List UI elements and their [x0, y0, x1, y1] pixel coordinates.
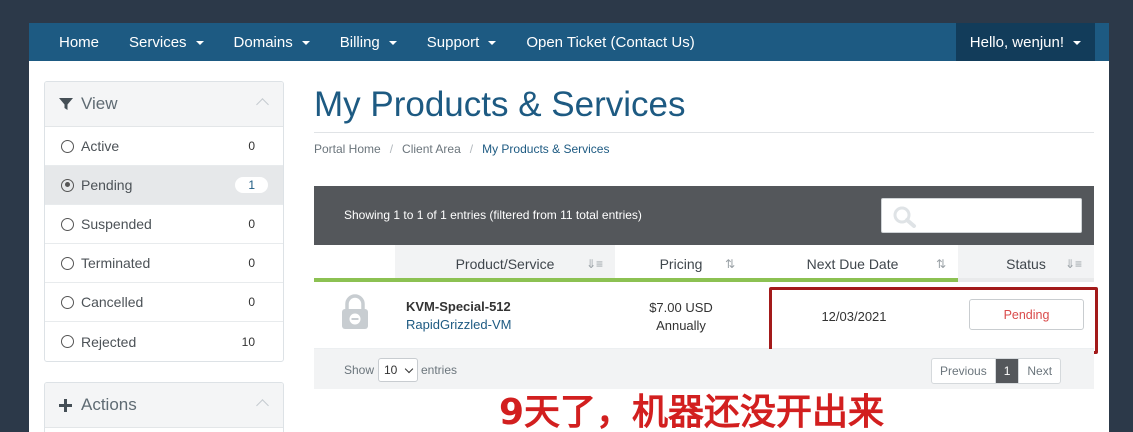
entries-label: entries [421, 363, 458, 377]
actions-panel-header[interactable]: Actions [45, 383, 283, 428]
nav-home-label: Home [59, 33, 100, 51]
filter-count: 10 [241, 334, 255, 349]
nav-billing-label: Billing [339, 33, 380, 51]
user-menu[interactable]: Hello, wenjun! [955, 23, 1095, 61]
col-pricing-header[interactable]: Pricing ⇅ [615, 245, 747, 282]
price-amount: $7.00 USD [649, 300, 713, 315]
prev-page-button[interactable]: Previous [932, 359, 996, 383]
radio-icon [61, 217, 74, 231]
nav-domains[interactable]: Domains [219, 23, 325, 61]
col-status-header[interactable]: Status ⇓≡ [958, 245, 1094, 282]
chevron-up-icon[interactable] [256, 398, 269, 412]
breadcrumb-separator: / [389, 142, 394, 156]
col-product-label: Product/Service [455, 255, 555, 272]
radio-icon [61, 256, 74, 270]
filter-label: Pending [81, 177, 133, 193]
filter-cancelled[interactable]: Cancelled 0 [45, 283, 283, 322]
sort-desc-icon: ⇓≡ [1064, 257, 1082, 271]
filter-label: Cancelled [81, 294, 144, 310]
page-size-select[interactable]: 10 [378, 358, 418, 382]
actions-panel-title: Actions [81, 395, 137, 414]
nav-support[interactable]: Support [412, 23, 512, 61]
nav-billing[interactable]: Billing [325, 23, 412, 61]
chevron-up-icon[interactable] [256, 97, 269, 111]
caret-down-icon [488, 41, 497, 45]
annotation-text: 9天了，机器还没开出来 [499, 392, 885, 432]
filter-label: Suspended [81, 216, 152, 232]
filter-count: 1 [235, 177, 268, 193]
table-header: Product/Service ⇓≡ Pricing ⇅ Next Due Da… [314, 245, 1094, 282]
user-greeting: Hello, wenjun! [969, 33, 1064, 51]
caret-down-icon [388, 41, 397, 45]
lock-icon [340, 294, 370, 335]
filter-icon [59, 97, 75, 111]
table-toolbar: Showing 1 to 1 of 1 entries (filtered fr… [314, 186, 1094, 245]
annotation-highlight-box [769, 287, 1098, 354]
actions-panel: Actions [44, 382, 284, 432]
nav-home[interactable]: Home [29, 23, 114, 61]
filter-suspended[interactable]: Suspended 0 [45, 205, 283, 244]
caret-down-icon [1073, 41, 1081, 45]
nav-open-ticket-label: Open Ticket (Contact Us) [526, 33, 695, 51]
next-page-button[interactable]: Next [1019, 359, 1060, 383]
view-panel-header[interactable]: View [45, 82, 283, 127]
col-product-header[interactable]: Product/Service ⇓≡ [395, 245, 615, 282]
caret-down-icon [301, 41, 310, 45]
nav-domains-label: Domains [233, 33, 293, 51]
radio-checked-icon [61, 178, 74, 192]
nav-support-label: Support [426, 33, 480, 51]
sort-icon: ⇅ [935, 257, 946, 271]
col-pricing-label: Pricing [659, 255, 703, 272]
pagination: Previous 1 Next [931, 358, 1062, 384]
breadcrumb-current: My Products & Services [482, 142, 610, 156]
caret-down-icon [195, 41, 204, 45]
filter-label: Rejected [81, 333, 137, 350]
price-cell: $7.00 USD Annually [618, 299, 744, 335]
filter-pending[interactable]: Pending 1 [45, 166, 283, 205]
page-1-button[interactable]: 1 [995, 359, 1020, 383]
radio-icon [61, 335, 74, 348]
top-navbar: Home Services Domains Billing Support Op… [29, 23, 1109, 61]
col-due-label: Next Due Date [806, 255, 899, 272]
title-divider [314, 132, 1094, 133]
filter-active[interactable]: Active 0 [45, 127, 283, 166]
filter-count: 0 [248, 295, 255, 309]
page-title: My Products & Services [314, 85, 686, 124]
app-frame: Home Services Domains Billing Support Op… [29, 23, 1109, 432]
breadcrumb-separator: / [469, 142, 474, 156]
product-name: KVM-Special-512 [406, 299, 511, 314]
radio-icon [61, 295, 74, 309]
nav-open-ticket[interactable]: Open Ticket (Contact Us) [511, 23, 709, 61]
view-filter-panel: View Active 0 Pending 1 Suspended 0 Term… [44, 81, 284, 362]
col-icon-header [314, 245, 395, 282]
service-link[interactable]: RapidGrizzled-VM [406, 317, 511, 332]
filter-label: Active [81, 138, 120, 154]
radio-icon [61, 139, 74, 153]
billing-cycle: Annually [656, 318, 706, 333]
chevron-down-icon [404, 364, 414, 374]
sort-desc-icon: ⇓≡ [585, 257, 603, 271]
filter-count: 0 [248, 256, 255, 270]
col-status-label: Status [1006, 255, 1046, 272]
table-info: Showing 1 to 1 of 1 entries (filtered fr… [344, 208, 642, 222]
nav-services[interactable]: Services [114, 23, 219, 61]
filter-count: 0 [248, 139, 255, 153]
filter-count: 0 [248, 217, 255, 231]
page-size-value: 10 [384, 363, 398, 377]
breadcrumb: Portal Home / Client Area / My Products & Se… [314, 142, 609, 156]
table-search-input[interactable] [881, 198, 1082, 233]
search-icon [893, 206, 917, 233]
view-panel-title: View [81, 94, 118, 113]
filter-label: Terminated [81, 255, 151, 271]
sort-icon: ⇅ [724, 257, 735, 271]
breadcrumb-client-area[interactable]: Client Area [402, 142, 461, 156]
show-label: Show [344, 363, 375, 377]
plus-icon [59, 398, 75, 412]
nav-services-label: Services [129, 33, 187, 51]
breadcrumb-portal-home[interactable]: Portal Home [314, 142, 381, 156]
filter-terminated[interactable]: Terminated 0 [45, 244, 283, 283]
filter-rejected[interactable]: Rejected 10 [45, 322, 283, 361]
col-due-header[interactable]: Next Due Date ⇅ [747, 245, 958, 282]
